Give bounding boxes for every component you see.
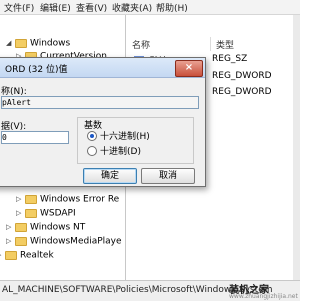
- menu-file[interactable]: 文件(F): [4, 1, 34, 14]
- value-type: REG_DWORD: [212, 71, 272, 81]
- tree-item-windowsmediaplayer[interactable]: ▷ WindowsMediaPlaye: [6, 235, 122, 247]
- vertical-scrollbar[interactable]: [293, 15, 300, 280]
- folder-icon: [25, 208, 37, 218]
- radio-selected-icon: [87, 130, 97, 141]
- value-type: REG_DWORD: [212, 87, 272, 97]
- menu-favorites[interactable]: 收藏夹(A): [112, 1, 152, 14]
- dialog-title: ORD (32 位)值: [5, 65, 68, 75]
- tree-item-label: WSDAPI: [40, 208, 76, 219]
- expand-icon[interactable]: ◢: [6, 37, 13, 49]
- watermark-url: www.zhuangjizhijia.net: [229, 293, 298, 300]
- edit-dword-dialog: ORD (32 位)值 × 称(N): pAlert 据(V): 0 基数 十六…: [0, 57, 206, 187]
- menu-edit[interactable]: 编辑(E): [40, 1, 71, 14]
- column-divider[interactable]: [210, 37, 211, 51]
- expand-icon[interactable]: ▷: [0, 249, 3, 261]
- tree-item-label: Realtek: [20, 250, 54, 261]
- close-button[interactable]: ×: [175, 60, 203, 77]
- folder-icon: [15, 222, 27, 232]
- value-data-input[interactable]: 0: [1, 131, 69, 144]
- radio-dec-label: 十进制(D): [100, 147, 141, 157]
- tree-item-label: Windows NT: [30, 222, 86, 233]
- tree-item-windows-error[interactable]: ▷ Windows Error Re: [16, 193, 119, 205]
- site-watermark: 装机之家 www.zhuangjizhijia.net: [229, 281, 298, 300]
- radio-hexadecimal[interactable]: 十六进制(H): [87, 129, 150, 142]
- value-name-field[interactable]: pAlert: [1, 96, 199, 109]
- menu-view[interactable]: 查看(V): [76, 1, 107, 14]
- tree-item-windows[interactable]: ◢ Windows: [6, 37, 70, 49]
- value-type: REG_SZ: [212, 54, 248, 64]
- expand-icon[interactable]: ▷: [6, 221, 13, 233]
- folder-icon: [15, 38, 27, 48]
- radio-unselected-icon: [87, 145, 97, 156]
- value-name-text: pAlert: [2, 98, 31, 107]
- tree-item-label: Windows: [30, 38, 71, 49]
- column-type[interactable]: 类型: [216, 38, 234, 51]
- menu-bar: 文件(F) 编辑(E) 查看(V) 收藏夹(A) 帮助(H): [0, 0, 300, 15]
- tree-item-realtek[interactable]: ▷ Realtek: [0, 249, 54, 261]
- column-name[interactable]: 名称: [132, 38, 150, 51]
- radio-hex-label: 十六进制(H): [100, 132, 150, 142]
- dialog-title-bar[interactable]: ORD (32 位)值 ×: [0, 58, 205, 78]
- expand-icon[interactable]: ▷: [16, 207, 23, 219]
- expand-icon[interactable]: ▷: [16, 193, 23, 205]
- expand-icon[interactable]: ▷: [6, 235, 13, 247]
- folder-icon: [15, 236, 27, 246]
- ok-button[interactable]: 确定: [83, 168, 137, 184]
- tree-item-label: WindowsMediaPlaye: [30, 236, 122, 247]
- radio-decimal[interactable]: 十进制(D): [87, 144, 141, 157]
- tree-item-windows-nt[interactable]: ▷ Windows NT: [6, 221, 85, 233]
- column-header: 名称 类型: [126, 38, 300, 51]
- tree-item-wsdapi[interactable]: ▷ WSDAPI: [16, 207, 76, 219]
- cancel-button[interactable]: 取消: [141, 168, 195, 184]
- folder-icon: [25, 194, 37, 204]
- tree-item-label: Windows Error Re: [40, 194, 120, 205]
- value-data-text: 0: [2, 133, 7, 142]
- folder-icon: [5, 250, 17, 260]
- menu-help[interactable]: 帮助(H): [156, 1, 188, 14]
